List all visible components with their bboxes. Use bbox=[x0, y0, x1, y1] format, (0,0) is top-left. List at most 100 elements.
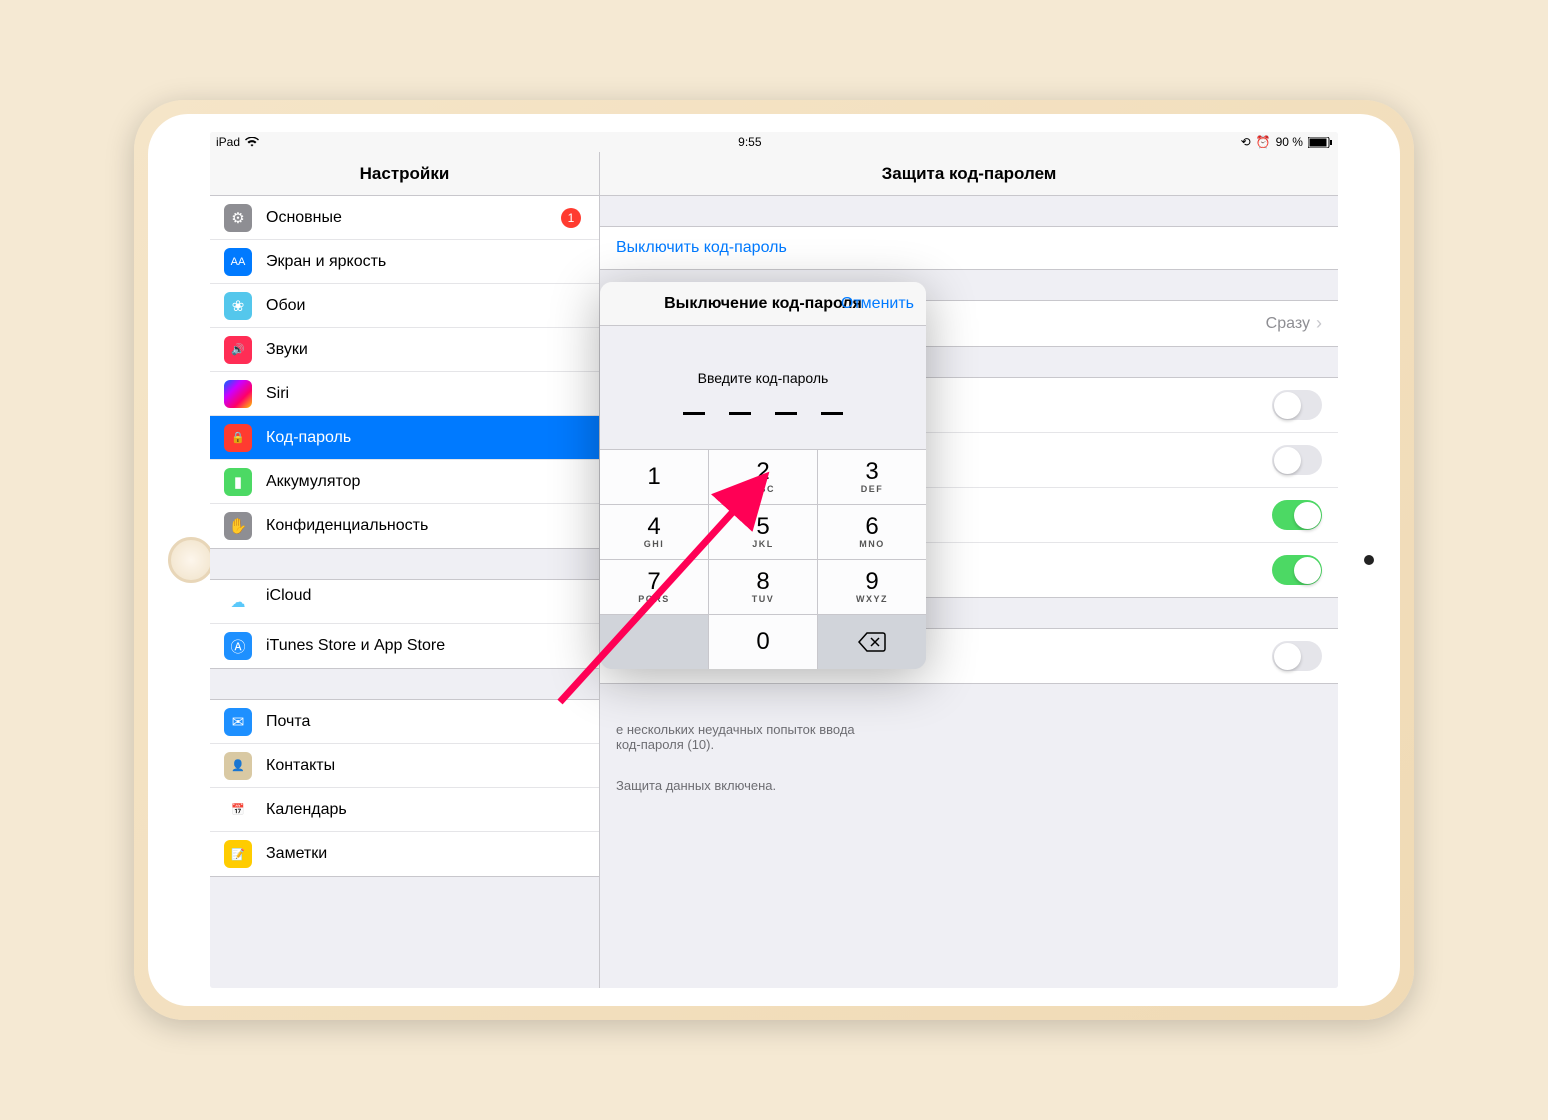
row-label: iTunes Store и App Store bbox=[266, 637, 585, 655]
key-number: 6 bbox=[865, 515, 878, 539]
row-sublabel bbox=[266, 603, 585, 617]
passcode-icon: 🔒 bbox=[224, 424, 252, 452]
backspace-icon bbox=[858, 632, 886, 652]
sidebar-item-notes[interactable]: 📝Заметки bbox=[210, 832, 599, 876]
home-button[interactable] bbox=[168, 537, 214, 583]
mail-icon: ✉ bbox=[224, 708, 252, 736]
notes-icon: 📝 bbox=[224, 840, 252, 868]
row-label: Почта bbox=[266, 713, 585, 731]
sidebar-item-privacy[interactable]: ✋ Конфиденциальность bbox=[210, 504, 599, 548]
contacts-icon: 👤 bbox=[224, 752, 252, 780]
row-label: Основные bbox=[266, 209, 561, 227]
display-icon: AA bbox=[224, 248, 252, 276]
key-number: 7 bbox=[647, 570, 660, 594]
key-letters: GHI bbox=[644, 539, 665, 549]
key-number: 8 bbox=[756, 570, 769, 594]
row-label: Звуки bbox=[266, 341, 585, 359]
key-letters: ABC bbox=[751, 484, 775, 494]
cancel-button[interactable]: Отменить bbox=[841, 295, 914, 313]
row-label: Экран и яркость bbox=[266, 253, 585, 271]
battery-icon bbox=[1308, 137, 1332, 148]
battery-percent: 90 % bbox=[1276, 135, 1303, 149]
sidebar-item-general[interactable]: ⚙Основные1 bbox=[210, 196, 599, 240]
chevron-right-icon: › bbox=[1316, 313, 1322, 334]
camera-dot bbox=[1364, 555, 1374, 565]
passcode-dash bbox=[821, 412, 843, 415]
keypad-delete[interactable] bbox=[818, 615, 926, 669]
erase-data-switch[interactable] bbox=[1272, 641, 1322, 671]
sidebar: Настройки ⚙Основные1AAЭкран и яркость❀Об… bbox=[210, 152, 600, 988]
key-number: 2 bbox=[756, 460, 769, 484]
keypad-6[interactable]: 6MNO bbox=[818, 505, 926, 559]
passcode-dash bbox=[683, 412, 705, 415]
settings-group-3: ✉ Почта 👤 Контакты 📅 Календарь 📝Заметки bbox=[210, 699, 599, 877]
sounds-icon: 🔊 bbox=[224, 336, 252, 364]
key-letters: TUV bbox=[752, 594, 775, 604]
settings-group-2: ☁iCloud ⒶiTunes Store и App Store bbox=[210, 579, 599, 669]
sidebar-item-display[interactable]: AA Экран и яркость bbox=[210, 240, 599, 284]
toggle-switch-2[interactable] bbox=[1272, 500, 1322, 530]
key-letters: PQRS bbox=[638, 594, 670, 604]
settings-group-1: ⚙Основные1 AA Экран и яркость ❀Обои 🔊 Звуки Si… bbox=[210, 196, 599, 549]
row-label: Контакты bbox=[266, 757, 585, 775]
passcode-dash bbox=[729, 412, 751, 415]
popover-body: Введите код-пароль bbox=[600, 326, 926, 449]
key-letters: MNO bbox=[859, 539, 885, 549]
keypad-0[interactable]: 0 bbox=[709, 615, 817, 669]
row-label: Конфиденциальность bbox=[266, 517, 585, 535]
sidebar-item-contacts[interactable]: 👤 Контакты bbox=[210, 744, 599, 788]
clock: 9:55 bbox=[738, 135, 761, 149]
siri-icon bbox=[224, 380, 252, 408]
calendar-icon: 📅 bbox=[224, 796, 252, 824]
row-label: Календарь bbox=[266, 801, 585, 819]
key-number: 3 bbox=[865, 460, 878, 484]
keypad-1[interactable]: 1 bbox=[600, 450, 708, 504]
keypad-9[interactable]: 9WXYZ bbox=[818, 560, 926, 614]
icloud-icon: ☁ bbox=[224, 588, 252, 616]
sidebar-item-mail[interactable]: ✉ Почта bbox=[210, 700, 599, 744]
disable-passcode-button[interactable]: Выключить код-пароль bbox=[600, 226, 1338, 270]
sidebar-item-siri[interactable]: Siri bbox=[210, 372, 599, 416]
keypad-7[interactable]: 7PQRS bbox=[600, 560, 708, 614]
footnote-erase: е нескольких неудачных попыток вводакод-… bbox=[600, 714, 1338, 752]
key-letters: JKL bbox=[752, 539, 774, 549]
passcode-dash bbox=[775, 412, 797, 415]
device-label: iPad bbox=[216, 135, 240, 149]
bezel: iPad 9:55 ⟲ ⏰ 90 % Настройки bbox=[148, 114, 1400, 1006]
ipad-device: iPad 9:55 ⟲ ⏰ 90 % Настройки bbox=[134, 100, 1414, 1020]
keypad-5[interactable]: 5JKL bbox=[709, 505, 817, 559]
passcode-dashes bbox=[600, 412, 926, 415]
keypad-8[interactable]: 8TUV bbox=[709, 560, 817, 614]
sidebar-item-wallpaper[interactable]: ❀Обои bbox=[210, 284, 599, 328]
sidebar-item-icloud[interactable]: ☁iCloud bbox=[210, 580, 599, 624]
toggle-switch-3[interactable] bbox=[1272, 555, 1322, 585]
passcode-prompt: Введите код-пароль bbox=[600, 370, 926, 386]
row-label: Обои bbox=[266, 297, 585, 315]
passcode-popover: Выключение код-пароля Отменить Введите к… bbox=[600, 282, 926, 669]
wifi-icon bbox=[245, 137, 259, 147]
detail-title: Защита код-паролем bbox=[600, 152, 1338, 196]
sidebar-item-sounds[interactable]: 🔊 Звуки bbox=[210, 328, 599, 372]
settings-list[interactable]: ⚙Основные1 AA Экран и яркость ❀Обои 🔊 Звуки Si… bbox=[210, 196, 599, 988]
toggle-switch-0[interactable] bbox=[1272, 390, 1322, 420]
key-number: 0 bbox=[756, 630, 769, 654]
toggle-switch-1[interactable] bbox=[1272, 445, 1322, 475]
row-label: Siri bbox=[266, 385, 585, 403]
status-bar: iPad 9:55 ⟲ ⏰ 90 % bbox=[210, 132, 1338, 152]
keypad-3[interactable]: 3DEF bbox=[818, 450, 926, 504]
numeric-keypad: 12ABC3DEF4GHI5JKL6MNO7PQRS8TUV9WXYZ0 bbox=[600, 449, 926, 669]
sidebar-item-battery[interactable]: ▮ Аккумулятор bbox=[210, 460, 599, 504]
alarm-icon: ⏰ bbox=[1256, 135, 1271, 149]
key-number: 9 bbox=[865, 570, 878, 594]
battery-icon: ▮ bbox=[224, 468, 252, 496]
footnote-protection: Защита данных включена. bbox=[600, 770, 1338, 793]
keypad-2[interactable]: 2ABC bbox=[709, 450, 817, 504]
keypad-4[interactable]: 4GHI bbox=[600, 505, 708, 559]
sidebar-item-passcode[interactable]: 🔒Код-пароль bbox=[210, 416, 599, 460]
sidebar-item-itunes[interactable]: ⒶiTunes Store и App Store bbox=[210, 624, 599, 668]
key-number: 1 bbox=[647, 465, 660, 489]
sidebar-item-calendar[interactable]: 📅 Календарь bbox=[210, 788, 599, 832]
row-label: Аккумулятор bbox=[266, 473, 585, 491]
popover-header: Выключение код-пароля Отменить bbox=[600, 282, 926, 326]
privacy-icon: ✋ bbox=[224, 512, 252, 540]
